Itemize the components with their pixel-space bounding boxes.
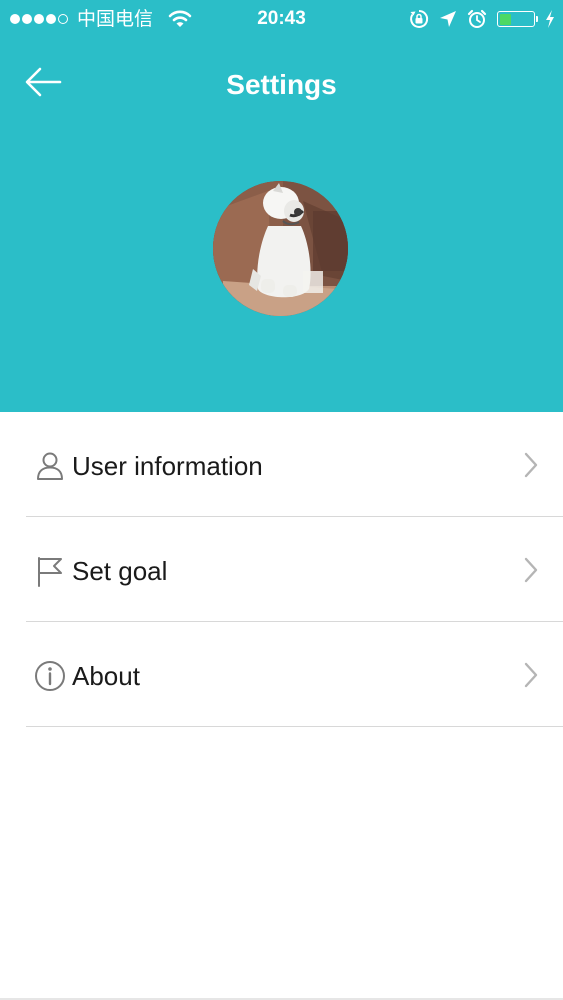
menu-item-set-goal[interactable]: Set goal: [0, 517, 563, 622]
chevron-right-icon: [524, 557, 538, 583]
menu-item-label: User information: [72, 451, 263, 481]
menu-item-user-information[interactable]: User information: [0, 412, 563, 517]
settings-menu: User information Set goal About: [0, 412, 563, 727]
charging-icon: [546, 10, 554, 28]
menu-item-label: Set goal: [72, 556, 168, 586]
chevron-right-icon: [524, 452, 538, 478]
menu-item-about[interactable]: About: [0, 622, 563, 727]
battery-icon: [497, 11, 538, 27]
avatar[interactable]: [213, 181, 348, 316]
avatar-photo: [213, 181, 348, 316]
battery-level-fill: [499, 13, 511, 25]
alarm-icon: [467, 9, 487, 28]
menu-item-label: About: [72, 661, 140, 691]
divider: [26, 726, 563, 727]
battery-tip: [536, 16, 538, 22]
person-icon: [37, 452, 63, 480]
flag-icon: [38, 557, 62, 587]
status-icons: [409, 7, 555, 31]
chevron-right-icon: [524, 662, 538, 688]
info-icon: [35, 661, 65, 691]
location-icon: [440, 11, 456, 27]
page-title: Settings: [226, 69, 337, 100]
rotation-lock-icon: [410, 9, 429, 28]
header: 中国电信 20:43 Settings: [0, 0, 563, 412]
status-bar: 中国电信 20:43: [0, 0, 563, 38]
